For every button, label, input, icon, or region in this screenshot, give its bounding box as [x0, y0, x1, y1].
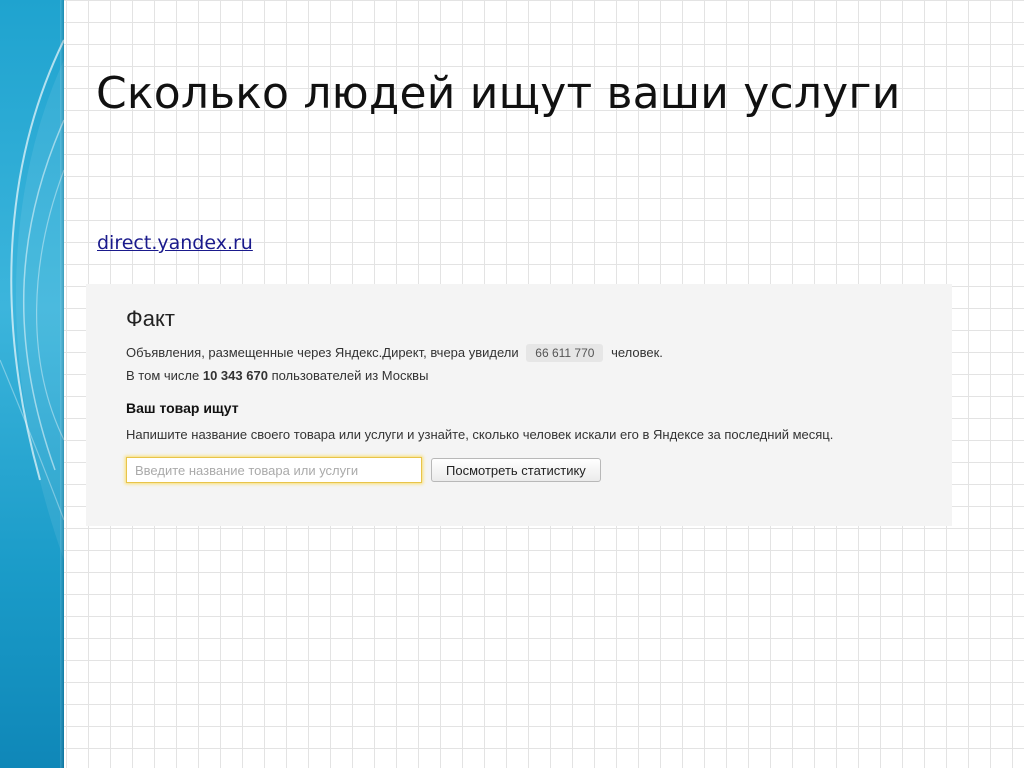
views-statement: Объявления, размещенные через Яндекс.Дир… [126, 344, 663, 362]
moscow-unit: пользователей из Москвы [271, 368, 429, 383]
moscow-statement: В том числе 10 343 670 пользователей из … [126, 368, 428, 383]
view-statistics-button[interactable]: Посмотреть статистику [431, 458, 601, 482]
slide-title: Сколько людей ищут ваши услуги [96, 68, 901, 119]
views-unit: человек. [611, 345, 663, 360]
moscow-text: В том числе [126, 368, 200, 383]
panel-heading: Факт [126, 306, 175, 331]
views-text: Объявления, размещенные через Яндекс.Дир… [126, 345, 519, 360]
decorative-side-bar [0, 0, 64, 768]
yandex-stats-panel: Факт Объявления, размещенные через Яндек… [86, 284, 952, 526]
search-instruction: Напишите название своего товара или услу… [126, 427, 834, 442]
moscow-count: 10 343 670 [202, 368, 268, 383]
direct-yandex-link[interactable]: direct.yandex.ru [97, 232, 253, 254]
side-bar-edge [60, 0, 64, 768]
product-search-input[interactable] [126, 457, 422, 483]
views-counter-badge: 66 611 770 [526, 344, 604, 362]
product-search-heading: Ваш товар ищут [126, 400, 239, 416]
decorative-wave-lines [0, 39, 64, 560]
